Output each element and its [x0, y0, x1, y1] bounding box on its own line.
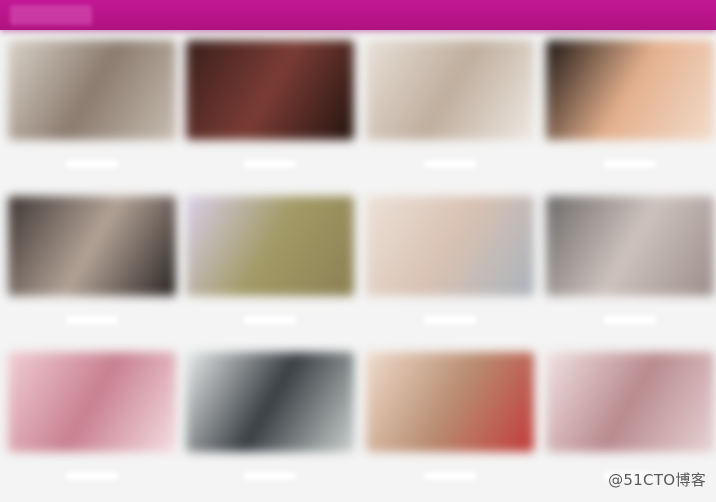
gallery-card[interactable]	[366, 40, 534, 190]
gallery-caption	[604, 316, 656, 324]
gallery-caption	[66, 160, 118, 168]
gallery-card[interactable]	[186, 196, 354, 346]
gallery-thumbnail[interactable]	[366, 196, 534, 296]
gallery-caption	[604, 160, 656, 168]
gallery-card[interactable]	[8, 352, 176, 502]
gallery-thumbnail[interactable]	[546, 196, 714, 296]
gallery-thumbnail[interactable]	[186, 40, 354, 140]
gallery-caption	[424, 472, 476, 480]
gallery-card[interactable]	[186, 352, 354, 502]
gallery-card[interactable]	[366, 196, 534, 346]
gallery-card[interactable]	[8, 196, 176, 346]
gallery-caption	[244, 472, 296, 480]
gallery-thumbnail[interactable]	[546, 352, 714, 452]
gallery-card[interactable]	[546, 196, 714, 346]
gallery-card[interactable]	[366, 352, 534, 502]
gallery-card[interactable]	[546, 40, 714, 190]
gallery-card[interactable]	[8, 40, 176, 190]
gallery-thumbnail[interactable]	[8, 352, 176, 452]
gallery-thumbnail[interactable]	[8, 196, 176, 296]
photo-grid	[0, 0, 716, 500]
gallery-card[interactable]	[186, 40, 354, 190]
gallery-thumbnail[interactable]	[546, 40, 714, 140]
gallery-thumbnail[interactable]	[8, 40, 176, 140]
watermark-text: @51CTO博客	[608, 471, 706, 489]
gallery-caption	[424, 316, 476, 324]
gallery-caption	[66, 472, 118, 480]
gallery-caption	[244, 316, 296, 324]
gallery-caption	[424, 160, 476, 168]
gallery-thumbnail[interactable]	[366, 40, 534, 140]
gallery-thumbnail[interactable]	[366, 352, 534, 452]
gallery-caption	[66, 316, 118, 324]
gallery-caption	[244, 160, 296, 168]
gallery-thumbnail[interactable]	[186, 352, 354, 452]
gallery-thumbnail[interactable]	[186, 196, 354, 296]
